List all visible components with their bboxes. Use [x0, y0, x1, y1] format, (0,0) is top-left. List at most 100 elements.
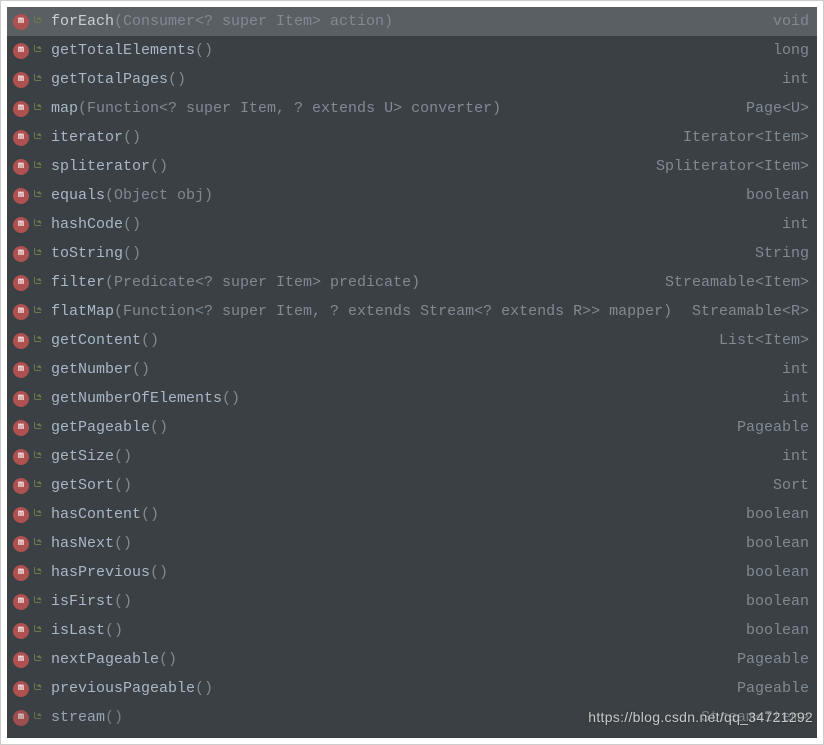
return-type: Pageable: [737, 413, 809, 442]
completion-item[interactable]: mspliterator()Spliterator<Item>: [7, 152, 817, 181]
completion-item[interactable]: mgetTotalPages()int: [7, 65, 817, 94]
completion-item[interactable]: mgetSize()int: [7, 442, 817, 471]
method-icon: m: [13, 681, 29, 697]
code-completion-popup[interactable]: { "watermark": "https://blog.csdn.net/qq…: [7, 7, 817, 738]
method-icon: m: [13, 449, 29, 465]
completion-item[interactable]: misLast()boolean: [7, 616, 817, 645]
method-params: (): [141, 500, 159, 529]
method-params: (): [150, 152, 168, 181]
completion-item[interactable]: mequals(Object obj)boolean: [7, 181, 817, 210]
return-type: boolean: [746, 587, 809, 616]
completion-item[interactable]: mgetContent()List<Item>: [7, 326, 817, 355]
return-type: Streamable<Item>: [665, 268, 809, 297]
method-icon: m: [13, 275, 29, 291]
completion-item[interactable]: misFirst()boolean: [7, 587, 817, 616]
return-type: int: [782, 65, 809, 94]
completion-item[interactable]: mhasContent()boolean: [7, 500, 817, 529]
method-icon: m: [13, 188, 29, 204]
method-name: spliterator: [51, 152, 150, 181]
method-params: (): [159, 645, 177, 674]
inherited-icon: [31, 507, 45, 523]
method-params: (Object obj): [105, 181, 213, 210]
method-name: hasPrevious: [51, 558, 150, 587]
method-icon: m: [13, 652, 29, 668]
completion-item[interactable]: mhasNext()boolean: [7, 529, 817, 558]
method-params: (): [105, 703, 123, 732]
method-name: getNumber: [51, 355, 132, 384]
return-type: int: [782, 210, 809, 239]
method-params: (): [132, 355, 150, 384]
method-icon: m: [13, 217, 29, 233]
completion-item[interactable]: mgetTotalElements()long: [7, 36, 817, 65]
method-name: iterator: [51, 123, 123, 152]
return-type: boolean: [746, 616, 809, 645]
method-name: getContent: [51, 326, 141, 355]
method-params: (): [114, 442, 132, 471]
completion-item[interactable]: mstream()Stream<Item>: [7, 703, 817, 732]
method-icon: m: [13, 14, 29, 30]
completion-item[interactable]: mmap(Function<? super Item, ? extends U>…: [7, 94, 817, 123]
completion-item[interactable]: mgetNumberOfElements()int: [7, 384, 817, 413]
return-type: boolean: [746, 529, 809, 558]
inherited-icon: [31, 449, 45, 465]
completion-item[interactable]: mtoString()String: [7, 239, 817, 268]
method-name: previousPageable: [51, 674, 195, 703]
method-name: hasNext: [51, 529, 114, 558]
method-params: (Function<? super Item, ? extends U> con…: [78, 94, 501, 123]
return-type: Stream<Item>: [701, 703, 809, 732]
method-name: getNumberOfElements: [51, 384, 222, 413]
completion-item[interactable]: m hashCode() int: [7, 210, 817, 239]
return-type: int: [782, 384, 809, 413]
completion-item[interactable]: mpreviousPageable()Pageable: [7, 674, 817, 703]
completion-item[interactable]: m iterator() Iterator<Item>: [7, 123, 817, 152]
method-params: (): [150, 558, 168, 587]
inherited-icon: [31, 420, 45, 436]
method-icon: m: [13, 565, 29, 581]
method-name: nextPageable: [51, 645, 159, 674]
method-icon: m: [13, 507, 29, 523]
return-type: Page<U>: [746, 94, 809, 123]
method-params: (): [123, 210, 141, 239]
inherited-icon: [31, 623, 45, 639]
completion-item[interactable]: mfilter(Predicate<? super Item> predicat…: [7, 268, 817, 297]
inherited-icon: [31, 333, 45, 349]
method-name: map: [51, 94, 78, 123]
method-icon: m: [13, 130, 29, 146]
method-name: flatMap: [51, 297, 114, 326]
method-name: isLast: [51, 616, 105, 645]
completion-item[interactable]: mgetNumber()int: [7, 355, 817, 384]
method-icon: m: [13, 43, 29, 59]
inherited-icon: [31, 681, 45, 697]
return-type: Pageable: [737, 645, 809, 674]
return-type: boolean: [746, 500, 809, 529]
inherited-icon: [31, 72, 45, 88]
return-type: boolean: [746, 558, 809, 587]
return-type: boolean: [746, 181, 809, 210]
completion-item[interactable]: mflatMap(Function<? super Item, ? extend…: [7, 297, 817, 326]
completion-item[interactable]: mgetPageable()Pageable: [7, 413, 817, 442]
method-icon: m: [13, 246, 29, 262]
method-icon: m: [13, 391, 29, 407]
inherited-icon: [31, 652, 45, 668]
return-type: String: [755, 239, 809, 268]
inherited-icon: [31, 565, 45, 581]
method-name: filter: [51, 268, 105, 297]
completion-item[interactable]: mforEach(Consumer<? super Item> action)v…: [7, 7, 817, 36]
completion-item[interactable]: mgetSort()Sort: [7, 471, 817, 500]
method-params: (): [123, 123, 141, 152]
inherited-icon: [31, 246, 45, 262]
method-name: getPageable: [51, 413, 150, 442]
method-params: (): [105, 616, 123, 645]
return-type: Iterator<Item>: [683, 123, 809, 152]
method-icon: m: [13, 710, 29, 726]
inherited-icon: [31, 14, 45, 30]
return-type: Pageable: [737, 674, 809, 703]
method-icon: m: [13, 420, 29, 436]
method-name: hashCode: [51, 210, 123, 239]
return-type: List<Item>: [719, 326, 809, 355]
inherited-icon: [31, 536, 45, 552]
inherited-icon: [31, 710, 45, 726]
completion-item[interactable]: m nextPageable() Pageable: [7, 645, 817, 674]
method-name: forEach: [51, 7, 114, 36]
completion-item[interactable]: m hasPrevious() boolean: [7, 558, 817, 587]
